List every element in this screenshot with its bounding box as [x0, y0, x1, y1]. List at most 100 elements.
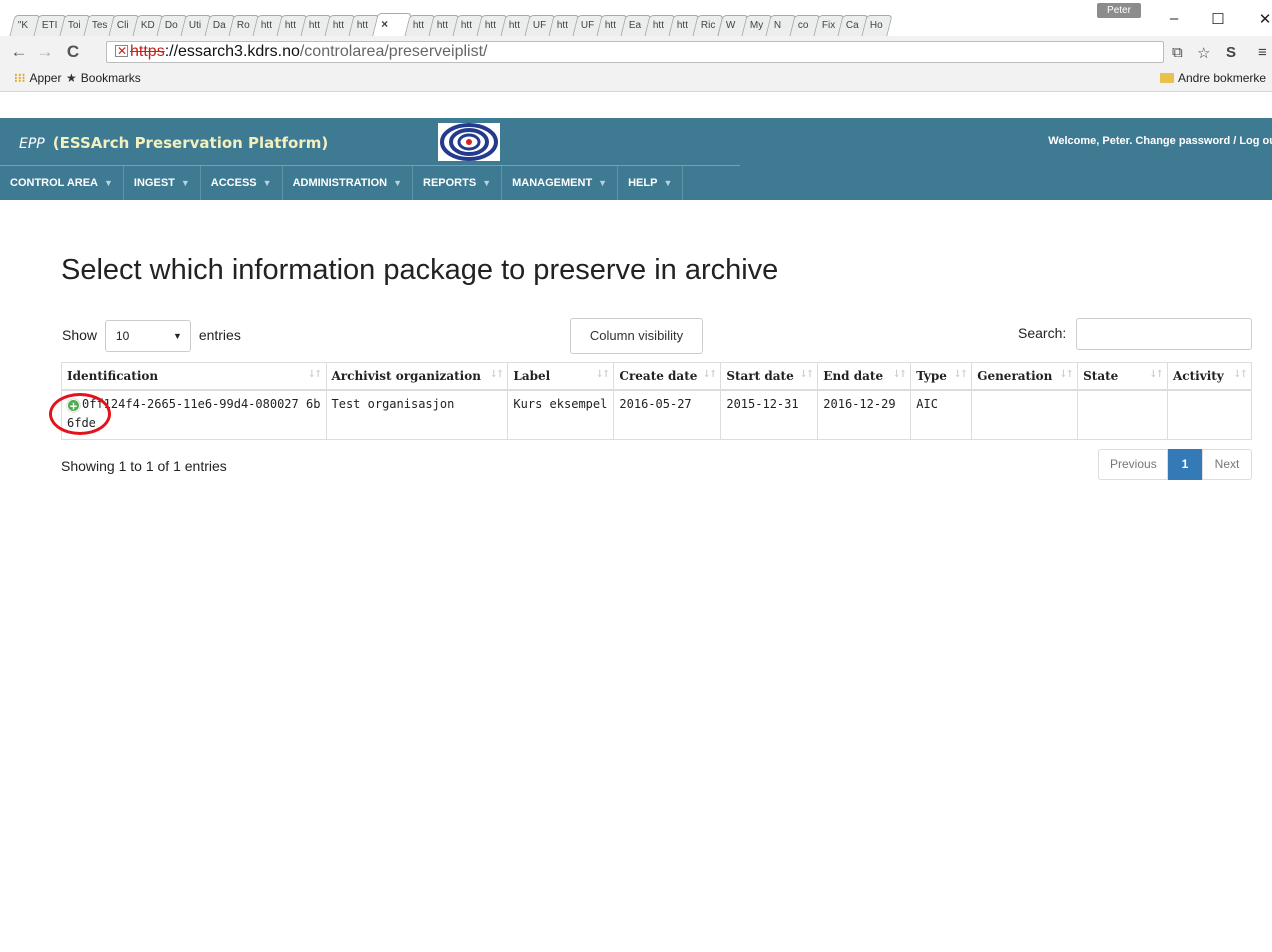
- bookmark-bookmarks[interactable]: ★ Bookmarks: [66, 66, 141, 90]
- table-cell: Test organisasjon: [325, 389, 509, 440]
- extension-icon[interactable]: S: [1226, 44, 1236, 61]
- caret-down-icon: ▼: [663, 178, 673, 188]
- browser-tab-label: ETI: [41, 20, 58, 31]
- bookmark-other[interactable]: Andre bokmerke: [1160, 66, 1266, 90]
- caret-down-icon: ▼: [262, 178, 272, 188]
- column-header-start-date[interactable]: Start date ↓↑: [720, 362, 819, 391]
- folder-icon: [1160, 73, 1174, 83]
- table-cell: +0ff124f4-2665-11e6-99d4-080027 6b6fde: [61, 389, 327, 440]
- entries-select[interactable]: 10 ▼: [104, 320, 191, 353]
- back-arrow-icon[interactable]: ←: [8, 42, 30, 62]
- menu-item-label: ACCESS: [210, 177, 257, 189]
- caret-down-icon: ▼: [104, 178, 113, 188]
- translate-icon[interactable]: ⧉: [1172, 44, 1183, 61]
- column-header-label: Create date: [619, 368, 698, 383]
- browser-tab-label: Toi: [67, 20, 81, 31]
- menu-item-label: MANAGEMENT: [512, 177, 593, 189]
- menu-item-access[interactable]: ACCESS ▼: [201, 166, 283, 200]
- main-menu: CONTROL AREA ▼ INGEST ▼ ACCESS ▼ ADMINISTRATIO…: [0, 166, 684, 200]
- browser-toolbar: ← → C https://essarch3.kdrs.no/controlar…: [0, 36, 1272, 92]
- menu-item-reports[interactable]: REPORTS ▼: [413, 166, 503, 200]
- column-header-label: Activity: [1173, 368, 1224, 383]
- column-header-state[interactable]: State ↓↑: [1077, 362, 1168, 391]
- browser-tab-label: htt: [309, 20, 321, 31]
- entries-length-control: Show 10 ▼ entries: [62, 318, 241, 353]
- expand-row-icon[interactable]: +: [67, 398, 80, 412]
- browser-tab-label: htt: [653, 20, 665, 31]
- cell-value: 2015-12-31: [726, 396, 799, 411]
- url-host: ://essarch3.kdrs.no: [164, 43, 300, 60]
- menu-item-control-area[interactable]: CONTROL AREA ▼: [0, 166, 124, 200]
- browser-tab-label: htt: [509, 20, 521, 31]
- column-header-end-date[interactable]: End date ↓↑: [817, 362, 912, 391]
- column-visibility-button[interactable]: Column visibility: [570, 318, 703, 354]
- browser-tab-label: co: [797, 20, 809, 31]
- bookmark-apps-label: Apper: [29, 71, 62, 85]
- welcome-text[interactable]: Welcome, Peter. Change password / Log ou: [1048, 135, 1272, 147]
- column-header-label: State: [1083, 368, 1119, 383]
- column-header-identification[interactable]: Identification ↓↑: [61, 362, 327, 391]
- browser-tab[interactable]: Ho: [860, 15, 893, 36]
- entries-label: entries: [198, 327, 241, 343]
- menu-item-label: HELP: [628, 177, 658, 189]
- information-package-table: Identification ↓↑ Archivist organization ↓↑…: [61, 362, 1252, 440]
- column-header-type[interactable]: Type ↓↑: [910, 362, 973, 391]
- brand-abbr: EPP: [19, 136, 45, 152]
- browser-tab-label: htt: [557, 20, 569, 31]
- browser-tab-label: Ho: [869, 20, 883, 31]
- menu-item-label: CONTROL AREA: [10, 177, 98, 189]
- column-header-create-date[interactable]: Create date ↓↑: [613, 362, 722, 391]
- table-cell: 2015-12-31: [720, 389, 819, 440]
- url-path: /controlarea/preserveiplist/: [299, 43, 488, 60]
- previous-page-button[interactable]: Previous: [1098, 449, 1168, 480]
- bookmark-apps[interactable]: ⁝⁝⁝ Apper: [14, 66, 61, 90]
- menu-item-label: REPORTS: [423, 177, 477, 189]
- tab-list: "K ETI Toi Tes Cli KD Do Uti Da Ro htt htt htt htt htt…: [9, 12, 893, 36]
- brand[interactable]: EPP (ESSArch Preservation Platform): [19, 134, 328, 152]
- table-cell: [1167, 389, 1252, 440]
- menu-item-administration[interactable]: ADMINISTRATION ▼: [283, 166, 413, 200]
- sort-icon: ↓↑: [953, 369, 968, 380]
- browser-tab-label: Fix: [821, 20, 835, 31]
- profile-badge[interactable]: Peter: [1097, 3, 1141, 18]
- column-header-archivist-organization[interactable]: Archivist organization ↓↑: [325, 362, 509, 391]
- entries-select-value: 10: [115, 329, 130, 344]
- reload-icon[interactable]: C: [62, 42, 84, 62]
- browser-tab-label: Ca: [845, 20, 859, 31]
- sort-icon: ↓↑: [489, 369, 505, 380]
- close-window-icon[interactable]: ✕: [1250, 10, 1272, 28]
- next-page-button[interactable]: Next: [1202, 449, 1252, 480]
- browser-tab-label: Ric: [701, 20, 716, 31]
- sort-icon: ↓↑: [595, 369, 611, 380]
- column-header-label: Archivist organization: [331, 368, 481, 383]
- menu-item-management[interactable]: MANAGEMENT ▼: [502, 166, 619, 200]
- minimize-icon[interactable]: –: [1159, 10, 1189, 27]
- column-header-label: Type: [916, 368, 947, 383]
- browser-tab-label: htt: [485, 20, 497, 31]
- column-header-generation[interactable]: Generation ↓↑: [971, 362, 1079, 391]
- table-cell: [971, 389, 1079, 440]
- bookmark-other-label: Andre bokmerke: [1178, 71, 1267, 85]
- menu-item-ingest[interactable]: INGEST ▼: [124, 166, 201, 200]
- brand-title: (ESSArch Preservation Platform): [52, 134, 329, 152]
- chrome-menu-icon[interactable]: ≡: [1258, 44, 1267, 61]
- browser-tab-label: UF: [533, 20, 547, 31]
- browser-tab-label: htt: [261, 20, 273, 31]
- address-bar[interactable]: https://essarch3.kdrs.no/controlarea/pre…: [106, 41, 1164, 63]
- star-icon: ★: [66, 71, 77, 85]
- page-1-button[interactable]: 1: [1168, 449, 1202, 480]
- sort-icon: ↓↑: [702, 369, 718, 380]
- bookmark-star-icon[interactable]: ☆: [1197, 44, 1210, 62]
- bookmark-bookmarks-label: Bookmarks: [80, 71, 141, 85]
- search-input[interactable]: [1076, 318, 1252, 350]
- menu-item-help[interactable]: HELP ▼: [618, 166, 684, 200]
- maximize-icon[interactable]: ☐: [1203, 10, 1233, 28]
- column-header-label: Label: [513, 368, 551, 383]
- browser-tab-label: Uti: [189, 20, 202, 31]
- caret-down-icon: ▼: [180, 178, 190, 188]
- cell-value: Test organisasjon: [331, 396, 455, 411]
- column-header-activity[interactable]: Activity ↓↑: [1167, 362, 1252, 391]
- forward-arrow-icon[interactable]: →: [34, 42, 56, 62]
- column-header-label[interactable]: Label ↓↑: [507, 362, 615, 391]
- table-row[interactable]: +0ff124f4-2665-11e6-99d4-080027 6b6fde Te…: [61, 389, 1252, 440]
